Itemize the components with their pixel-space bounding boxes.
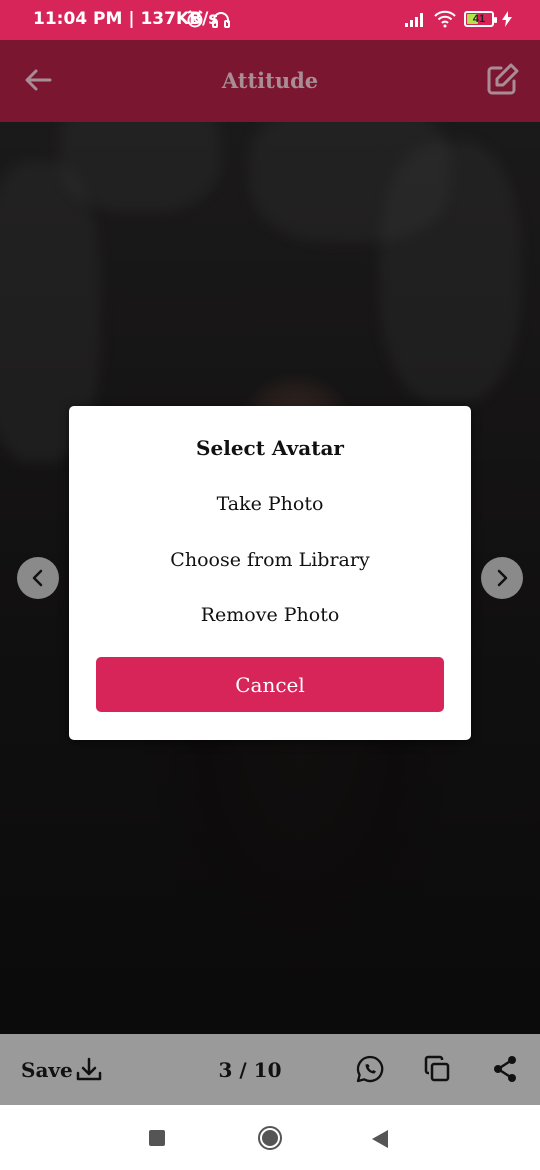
chevron-left-icon <box>32 569 43 587</box>
cancel-button[interactable]: Cancel <box>96 657 444 712</box>
share-icon[interactable] <box>490 1054 520 1084</box>
next-button[interactable] <box>481 557 523 599</box>
previous-button[interactable] <box>17 557 59 599</box>
whatsapp-icon[interactable] <box>355 1054 385 1084</box>
remove-photo-option[interactable]: Remove Photo <box>69 604 471 626</box>
bottom-toolbar: Save 3 / 10 <box>0 1034 540 1105</box>
signal-icon <box>405 13 423 27</box>
recents-icon[interactable] <box>149 1130 165 1146</box>
charging-icon <box>502 11 512 27</box>
select-avatar-dialog: Select Avatar Take Photo Choose from Lib… <box>69 406 471 740</box>
system-nav-bar <box>0 1105 540 1170</box>
home-icon[interactable] <box>258 1126 282 1150</box>
choose-from-library-option[interactable]: Choose from Library <box>69 549 471 571</box>
take-photo-option[interactable]: Take Photo <box>69 493 471 515</box>
app-bar: Attitude <box>0 40 540 122</box>
save-label: Save <box>21 1058 73 1082</box>
page-counter: 3 / 10 <box>218 1058 282 1082</box>
status-bar: 11:04 PM | 137KB/s 41 <box>0 0 540 40</box>
battery-icon: 41 <box>464 11 497 27</box>
copy-icon[interactable] <box>422 1054 452 1084</box>
dialog-title: Select Avatar <box>196 436 344 460</box>
alarm-icon <box>187 10 203 28</box>
back-triangle-icon[interactable] <box>372 1130 388 1148</box>
wifi-icon <box>434 10 456 28</box>
page-title: Attitude <box>221 68 319 93</box>
download-icon <box>76 1057 102 1081</box>
headphones-icon <box>212 12 230 28</box>
chevron-right-icon <box>497 569 508 587</box>
edit-icon[interactable] <box>484 62 520 98</box>
battery-level: 41 <box>472 13 486 25</box>
